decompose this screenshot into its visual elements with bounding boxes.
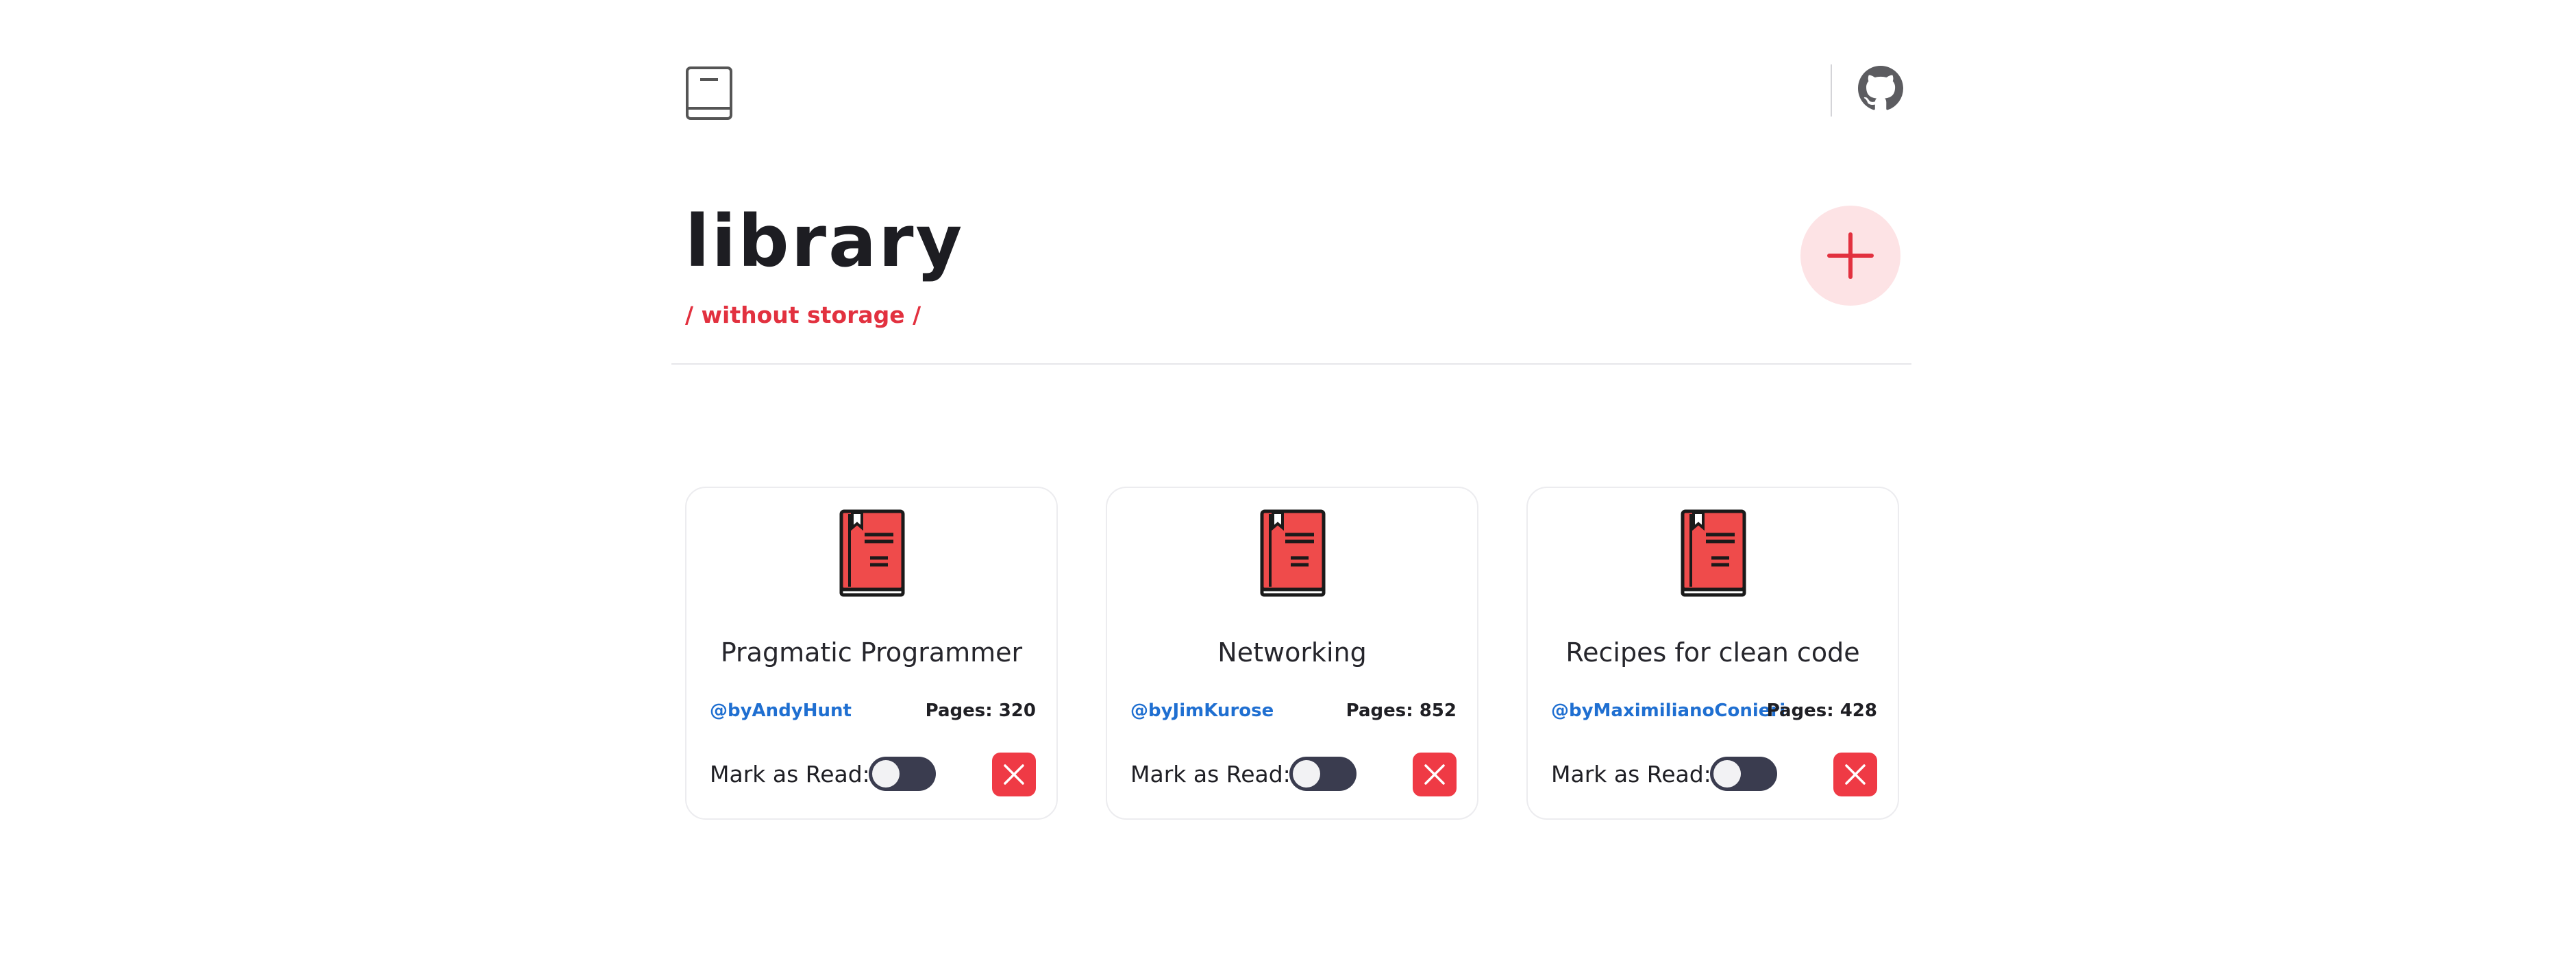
topbar-divider — [1831, 64, 1832, 117]
header-divider — [671, 363, 1911, 365]
book-title: Networking — [1217, 637, 1367, 668]
close-icon — [1413, 763, 1457, 786]
book-list: Pragmatic Programmer @byAndyHunt Pages: … — [685, 487, 1905, 822]
book-icon — [1258, 509, 1326, 598]
delete-book-button[interactable] — [1413, 753, 1457, 796]
mark-as-read-toggle[interactable] — [1710, 757, 1777, 791]
book-author-link[interactable]: @byJimKurose — [1130, 700, 1274, 721]
book-title: Recipes for clean code — [1565, 637, 1860, 668]
page-title: library — [685, 199, 965, 283]
book-card: Recipes for clean code @byMaximilianoCon… — [1526, 487, 1899, 820]
book-card: Pragmatic Programmer @byAndyHunt Pages: … — [685, 487, 1058, 820]
page-subtitle: / without storage / — [685, 302, 921, 328]
book-icon — [837, 509, 906, 598]
github-icon[interactable] — [1858, 66, 1903, 111]
toggle-knob — [1293, 760, 1320, 788]
mark-as-read-label: Mark as Read: — [1551, 761, 1711, 788]
mark-as-read-toggle[interactable] — [1289, 757, 1357, 791]
close-icon — [1833, 763, 1877, 786]
delete-book-button[interactable] — [1833, 753, 1877, 796]
mark-as-read-toggle[interactable] — [869, 757, 936, 791]
delete-book-button[interactable] — [992, 753, 1036, 796]
book-pages: Pages: 428 — [1766, 700, 1877, 721]
close-icon — [992, 763, 1036, 786]
mark-as-read-label: Mark as Read: — [1130, 761, 1291, 788]
book-icon — [1679, 509, 1747, 598]
mark-as-read-label: Mark as Read: — [710, 761, 870, 788]
toggle-knob — [1713, 760, 1741, 788]
top-bar — [685, 64, 1903, 121]
book-pages: Pages: 852 — [1346, 700, 1457, 721]
book-pages: Pages: 320 — [925, 700, 1036, 721]
page: library / without storage / Pragmatic Pr… — [671, 0, 1911, 976]
book-outline-icon[interactable] — [685, 66, 733, 121]
book-author-link[interactable]: @byAndyHunt — [710, 700, 852, 721]
toggle-knob — [872, 760, 900, 788]
book-title: Pragmatic Programmer — [720, 637, 1023, 668]
book-card: Networking @byJimKurose Pages: 852 Mark … — [1106, 487, 1478, 820]
plus-icon — [1800, 232, 1900, 280]
add-book-button[interactable] — [1800, 206, 1900, 306]
book-author-link[interactable]: @byMaximilianoConieri — [1551, 700, 1785, 721]
